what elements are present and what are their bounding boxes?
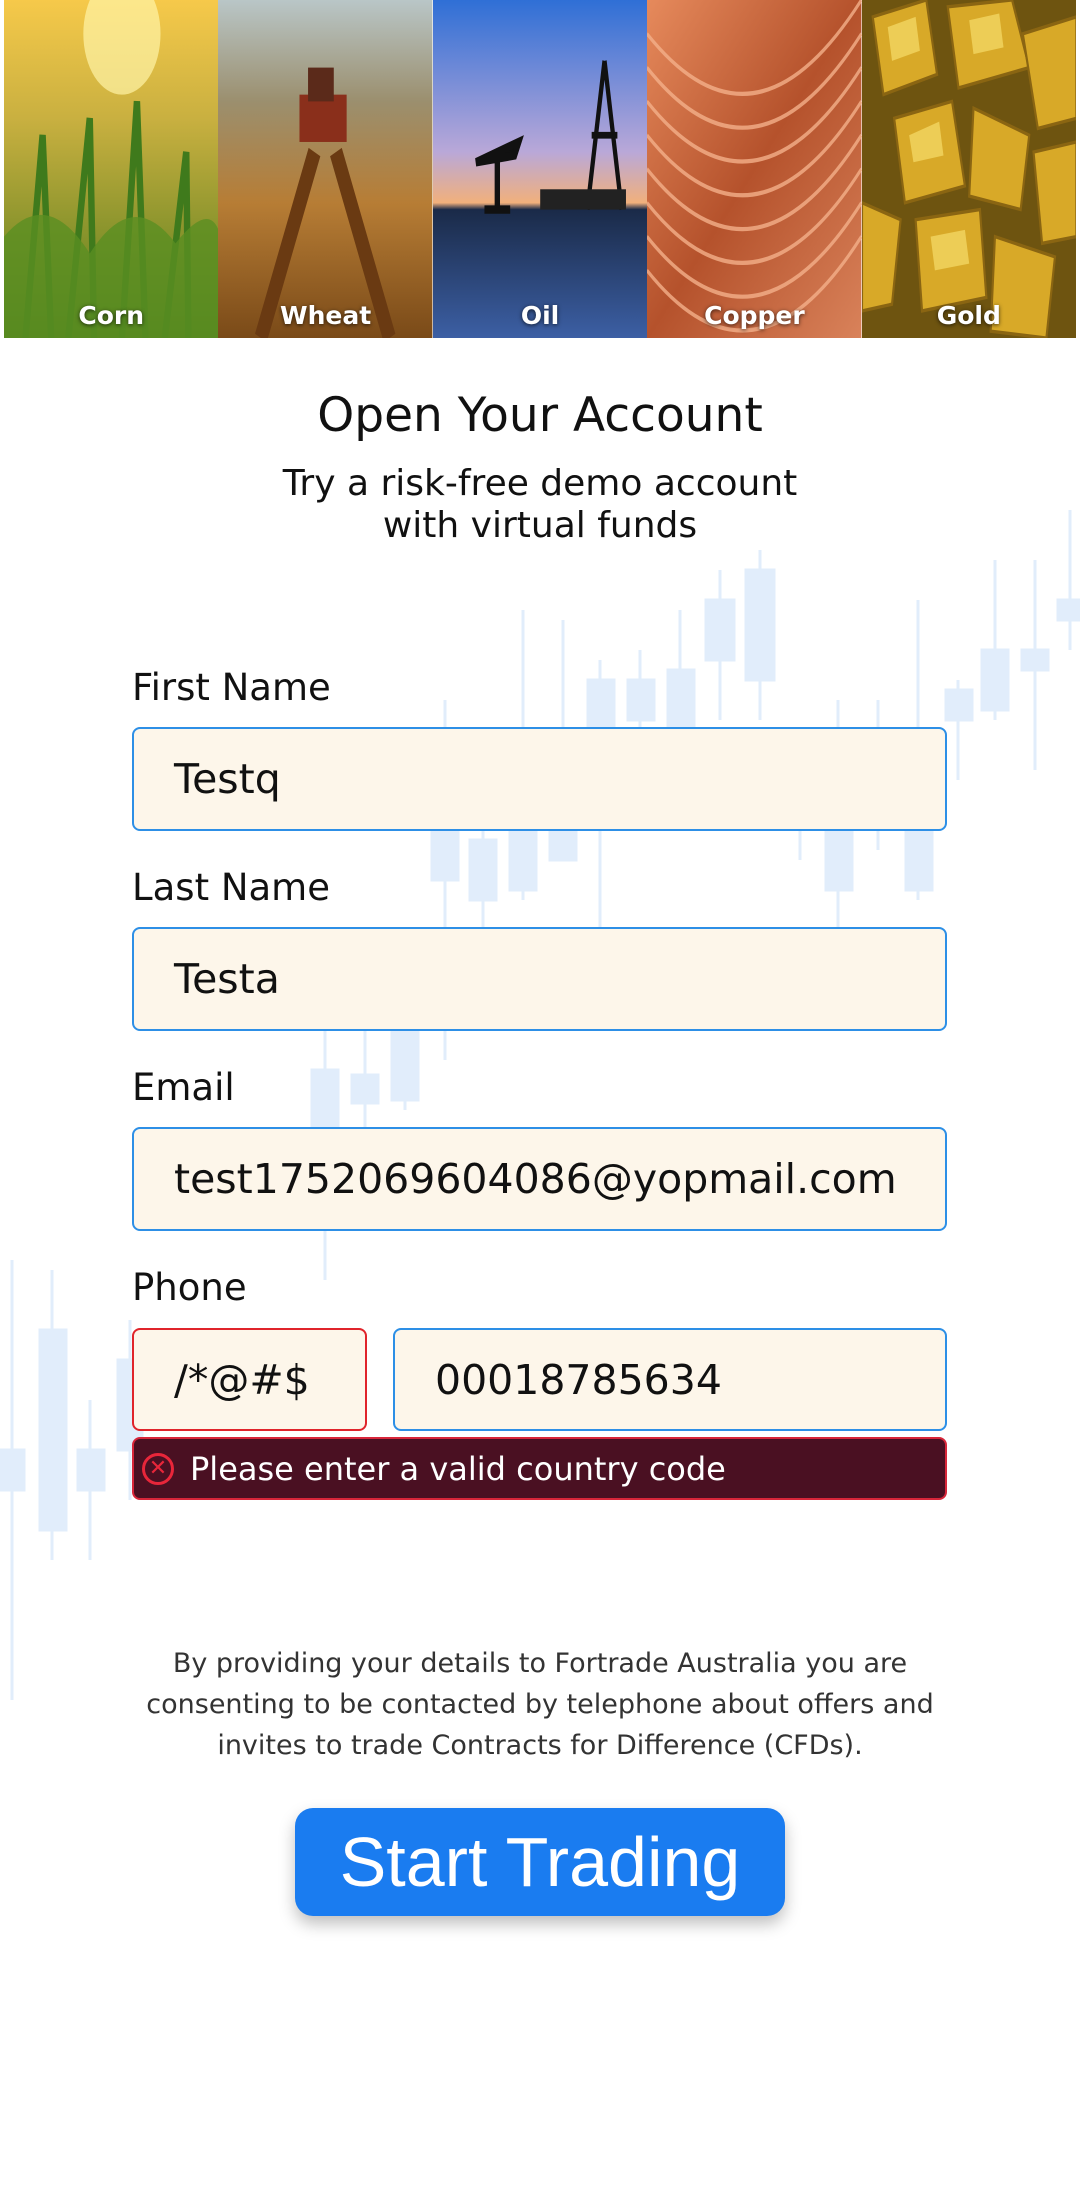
commodity-tile-wheat: Wheat <box>218 0 433 338</box>
last-name-input[interactable]: Testa <box>132 927 947 1031</box>
start-trading-button[interactable]: Start Trading <box>295 1808 785 1916</box>
email-label: Email <box>132 1066 235 1109</box>
commodity-tile-corn: Corn <box>4 0 219 338</box>
copper-image <box>647 0 862 338</box>
commodity-tile-gold: Gold <box>861 0 1076 338</box>
first-name-input[interactable]: Testq <box>132 727 947 831</box>
oil-image <box>432 0 648 338</box>
corn-image <box>4 0 219 338</box>
error-circle-x-icon: ✕ <box>142 1452 174 1485</box>
gold-image <box>861 0 1076 338</box>
consent-disclaimer: By providing your details to Fortrade Au… <box>146 1648 934 1761</box>
commodity-banner: Corn Wheat Oil Copper Gold <box>4 0 1076 338</box>
first-name-label: First Name <box>132 666 331 709</box>
phone-label: Phone <box>132 1266 247 1309</box>
country-code-value: /*@#$ <box>174 1355 310 1404</box>
commodity-label: Oil <box>520 301 560 330</box>
country-code-input[interactable]: /*@#$ <box>132 1328 367 1431</box>
commodity-tile-oil: Oil <box>432 0 648 338</box>
commodity-label: Copper <box>704 301 805 330</box>
phone-number-value: 00018785634 <box>435 1355 722 1404</box>
wheat-image <box>218 0 433 338</box>
commodity-label: Gold <box>936 301 1001 330</box>
page-title: Open Your Account <box>317 388 763 443</box>
last-name-value: Testa <box>174 955 280 1003</box>
error-message: Please enter a valid country code <box>190 1449 726 1488</box>
last-name-label: Last Name <box>132 866 330 909</box>
commodity-label: Wheat <box>280 301 372 330</box>
page-subtitle: Try a risk-free demo account with virtua… <box>282 463 798 546</box>
phone-number-input[interactable]: 00018785634 <box>393 1328 947 1431</box>
country-code-error: ✕ Please enter a valid country code <box>132 1437 947 1500</box>
email-value: test1752069604086@yopmail.com <box>174 1155 897 1203</box>
email-input[interactable]: test1752069604086@yopmail.com <box>132 1127 947 1231</box>
commodity-tile-copper: Copper <box>647 0 862 338</box>
commodity-label: Corn <box>78 301 145 330</box>
first-name-value: Testq <box>174 755 281 803</box>
